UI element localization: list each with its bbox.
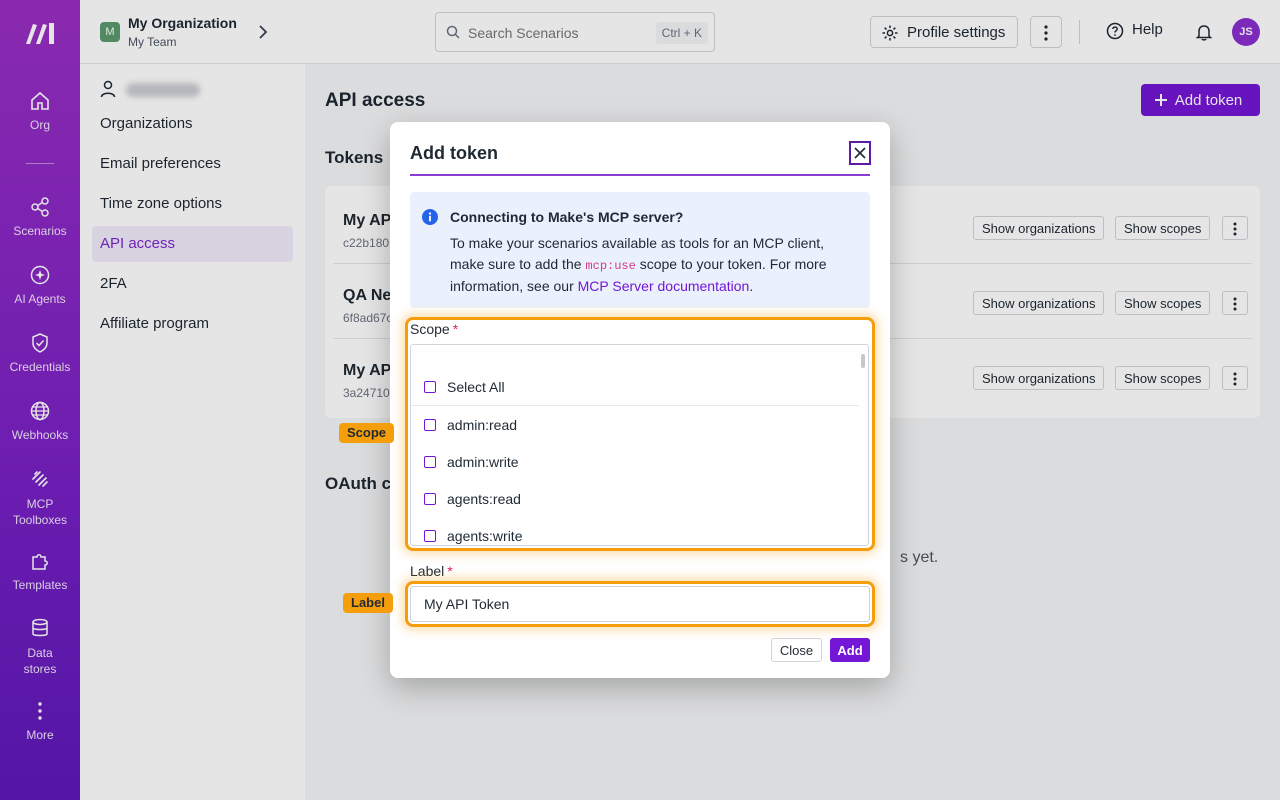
checkbox[interactable]	[424, 381, 436, 393]
label-input[interactable]	[410, 586, 870, 622]
required-marker: *	[452, 321, 459, 337]
mcp-docs-link[interactable]: MCP Server documentation	[578, 278, 750, 294]
add-token-dialog: Add token Connecting to Make's MCP serve…	[390, 122, 890, 678]
scope-scrollbar-thumb[interactable]	[861, 354, 865, 368]
label-annotation-tag: Label	[343, 593, 393, 613]
scope-label-text: Scope	[410, 321, 450, 337]
scope-scrollbar[interactable]	[860, 351, 866, 541]
dialog-close-button[interactable]	[849, 141, 871, 165]
scope-option[interactable]: admin:read	[411, 407, 859, 444]
scope-option-select-all[interactable]: Select All	[411, 369, 859, 406]
info-icon	[422, 209, 438, 225]
mcp-use-code: mcp:use	[585, 258, 636, 273]
add-button[interactable]: Add	[830, 638, 870, 662]
scope-list[interactable]: Select All admin:read admin:write agents…	[410, 344, 869, 546]
checkbox[interactable]	[424, 456, 436, 468]
scope-option-label: agents:write	[447, 528, 523, 544]
close-button[interactable]: Close	[771, 638, 822, 662]
checkbox[interactable]	[424, 419, 436, 431]
dialog-title: Add token	[410, 143, 498, 163]
scope-option-label: admin:read	[447, 417, 518, 433]
checkbox[interactable]	[424, 493, 436, 505]
info-title: Connecting to Make's MCP server?	[450, 209, 684, 225]
scope-option[interactable]: agents:write	[411, 518, 859, 545]
info-text: To make your scenarios available as tool…	[450, 233, 860, 297]
close-icon	[854, 147, 866, 159]
checkbox[interactable]	[424, 530, 436, 542]
scope-option-label: agents:read	[447, 491, 521, 507]
scope-option-label: Select All	[447, 379, 505, 395]
scope-field-label: Scope *	[410, 321, 458, 337]
dialog-title-underline	[410, 174, 870, 176]
mcp-info-callout: Connecting to Make's MCP server? To make…	[410, 192, 870, 308]
label-label-text: Label	[410, 563, 445, 579]
scope-option-label: admin:write	[447, 454, 519, 470]
label-field-label: Label *	[410, 563, 453, 579]
info-text-part: .	[749, 278, 754, 294]
scope-annotation-tag: Scope	[339, 423, 395, 443]
required-marker: *	[447, 563, 453, 579]
scope-option[interactable]: agents:read	[411, 481, 859, 518]
scope-option[interactable]: admin:write	[411, 444, 859, 481]
